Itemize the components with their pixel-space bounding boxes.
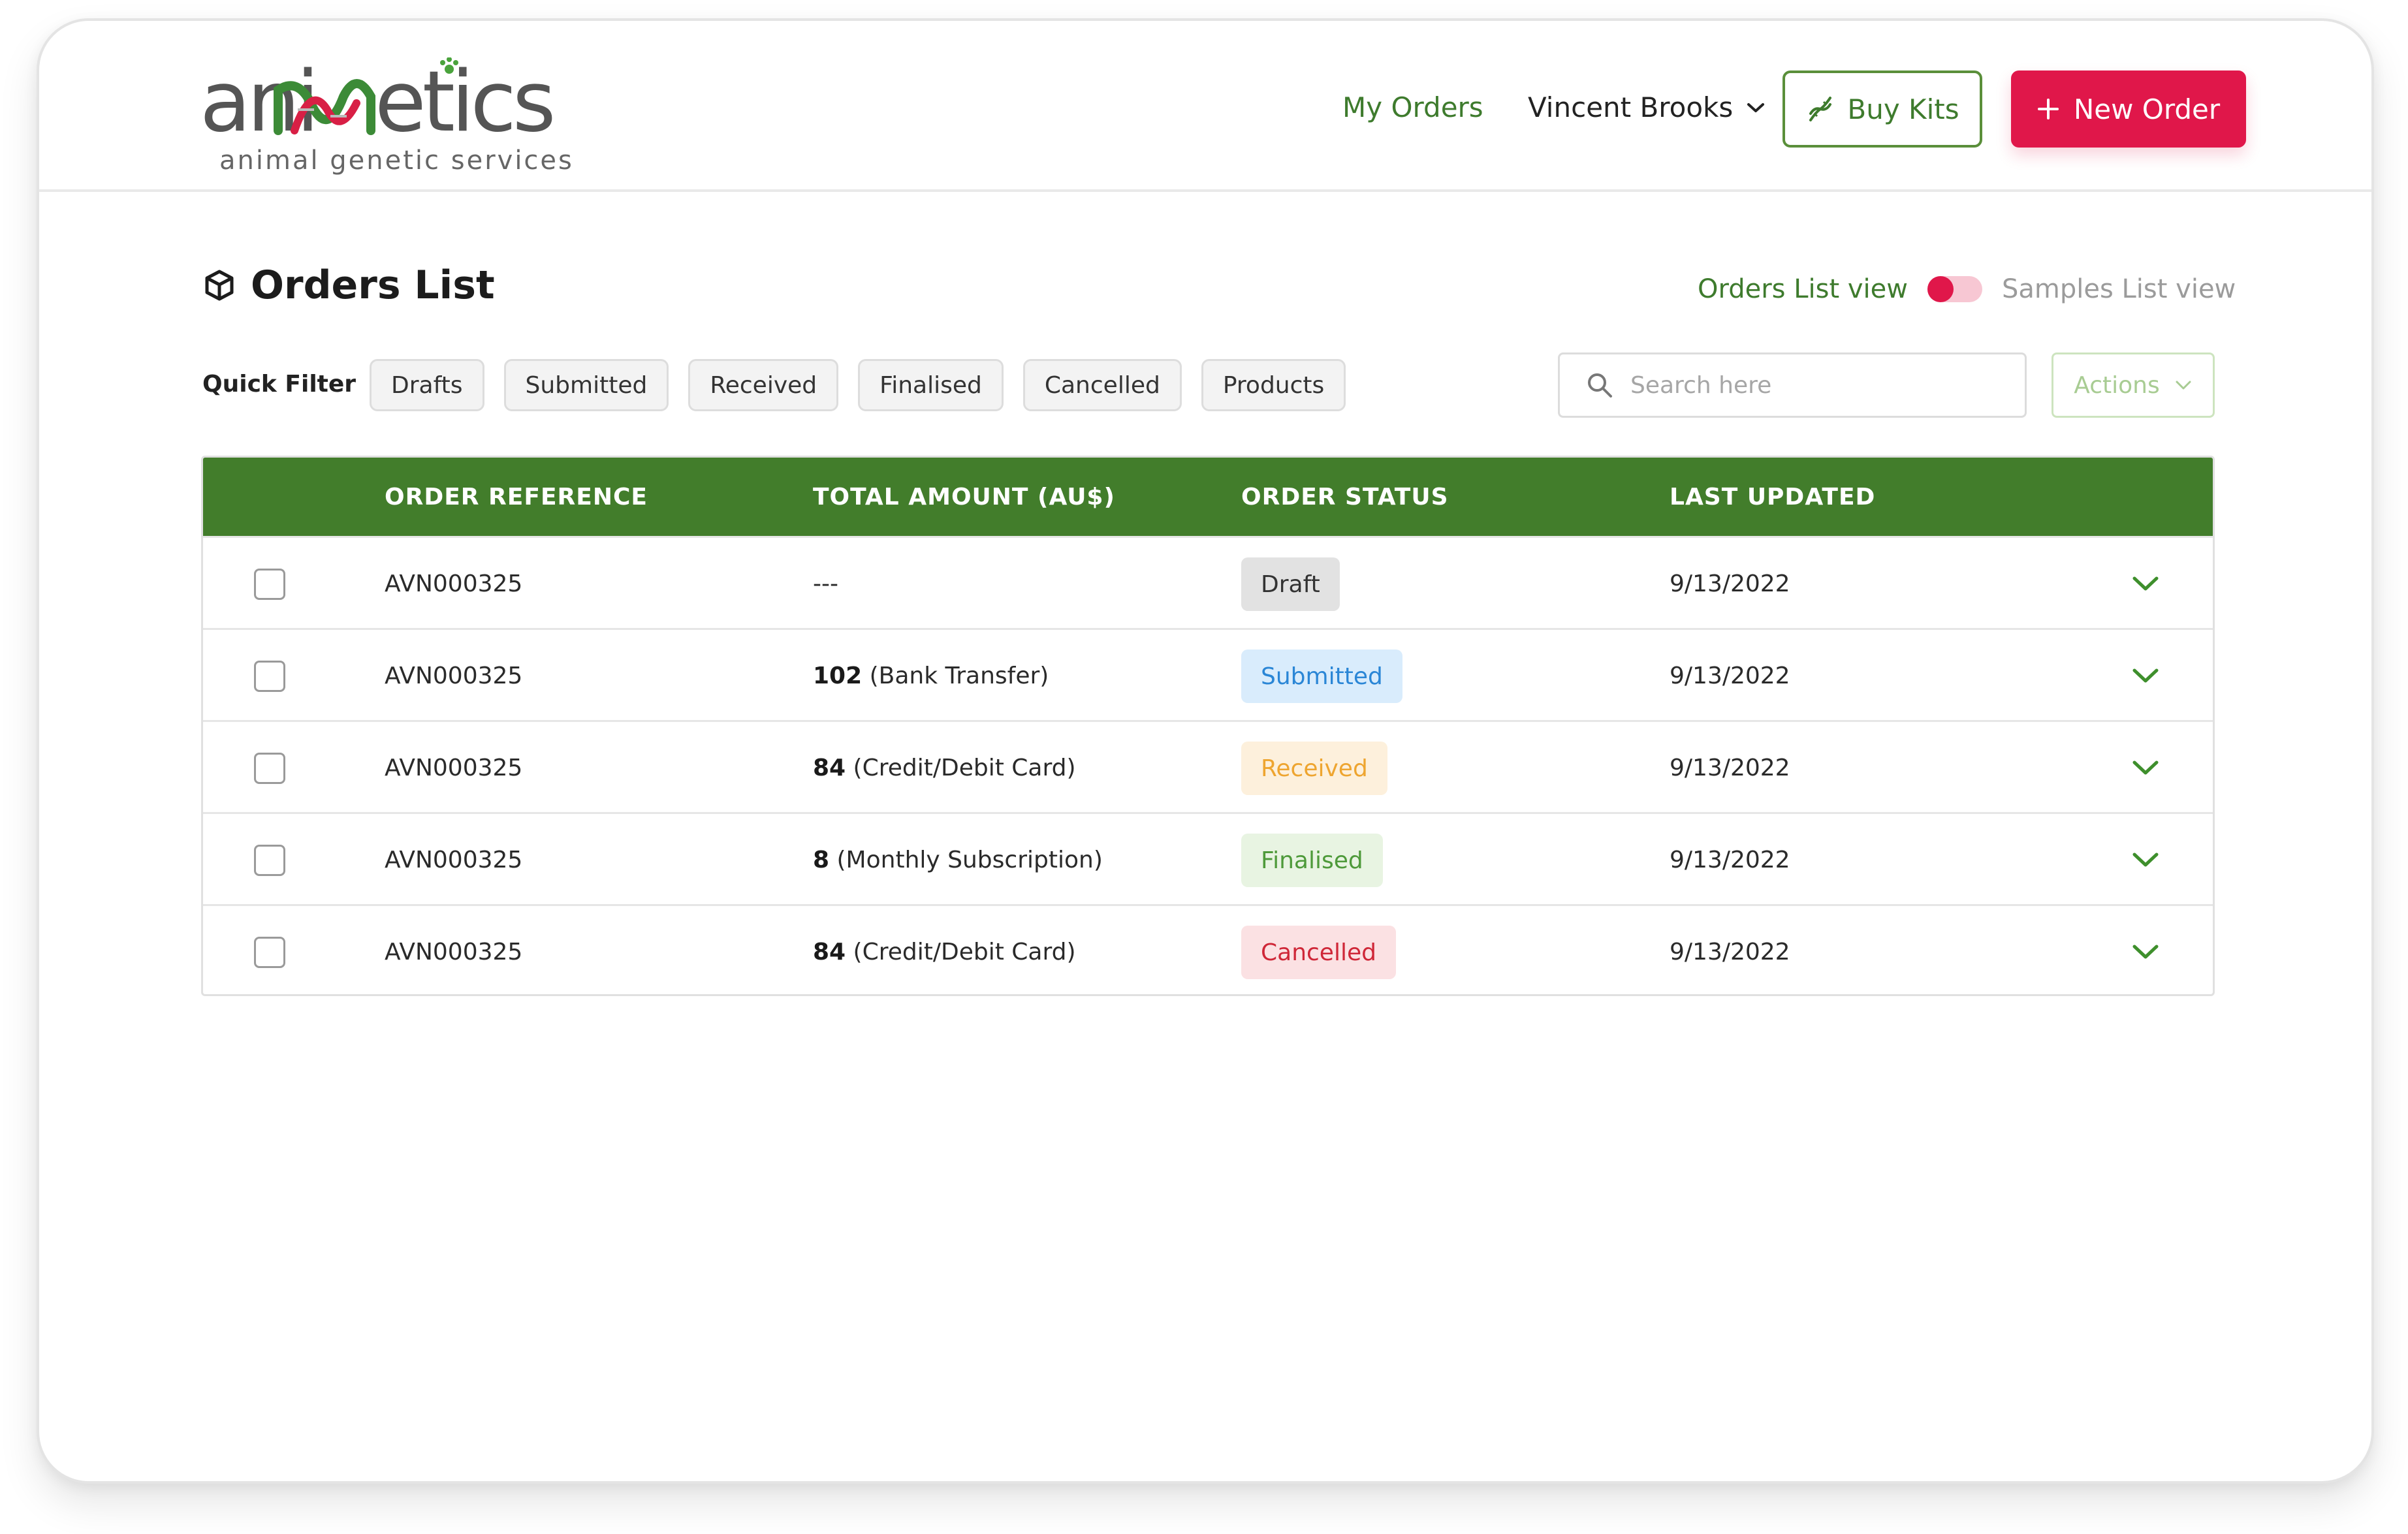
filter-chip-drafts[interactable]: Drafts	[370, 359, 484, 411]
buy-kits-button[interactable]: Buy Kits	[1782, 70, 1982, 148]
total-amount: 84 (Credit/Debit Card)	[813, 755, 1076, 781]
user-name: Vincent Brooks	[1528, 91, 1734, 123]
search-input[interactable]	[1629, 371, 1997, 399]
status-badge: Cancelled	[1241, 926, 1396, 979]
nav-my-orders[interactable]: My Orders	[1342, 91, 1483, 123]
filter-chip-finalised[interactable]: Finalised	[858, 359, 1004, 411]
last-updated: 9/13/2022	[1670, 755, 1790, 781]
amount-value: 84	[813, 755, 846, 781]
total-amount: 8 (Monthly Subscription)	[813, 847, 1103, 873]
dna-icon	[1809, 97, 1832, 121]
top-header: ani etics animal genetic services My Ord…	[39, 21, 2371, 192]
total-amount: 102 (Bank Transfer)	[813, 663, 1049, 689]
payment-method: (Credit/Debit Card)	[846, 755, 1076, 781]
expand-chevron-icon[interactable]	[2129, 937, 2162, 966]
column-header-total-amount[interactable]: TOTAL AMOUNT (AU$)	[813, 484, 1115, 510]
page-title: Orders List	[202, 262, 495, 308]
expand-chevron-icon[interactable]	[2129, 753, 2162, 782]
orders-table: ORDER REFERENCE TOTAL AMOUNT (AU$) ORDER…	[201, 456, 2215, 996]
expand-chevron-icon[interactable]	[2129, 845, 2162, 874]
brand-tagline: animal genetic services	[219, 146, 574, 176]
payment-method: (Credit/Debit Card)	[846, 939, 1076, 965]
column-header-last-updated[interactable]: LAST UPDATED	[1670, 484, 1875, 510]
amount-value: 84	[813, 939, 846, 965]
status-badge: Received	[1241, 742, 1387, 795]
amount-value: 8	[813, 847, 830, 873]
new-order-button[interactable]: New Order	[2011, 70, 2246, 148]
search-icon	[1588, 373, 1612, 398]
last-updated: 9/13/2022	[1670, 847, 1790, 873]
table-row[interactable]: AVN000325 84 (Credit/Debit Card) Receive…	[203, 720, 2213, 812]
page-title-text: Orders List	[251, 262, 495, 308]
table-row[interactable]: AVN000325 102 (Bank Transfer) Submitted …	[203, 628, 2213, 720]
order-reference: AVN000325	[385, 571, 523, 597]
column-header-order-status[interactable]: ORDER STATUS	[1241, 484, 1449, 510]
logo-graphic: ani etics	[200, 57, 556, 142]
user-menu[interactable]: Vincent Brooks	[1528, 91, 1766, 123]
quick-filter-chips: Drafts Submitted Received Finalised Canc…	[370, 359, 1346, 411]
plus-icon	[2037, 99, 2059, 119]
expand-chevron-icon[interactable]	[2129, 569, 2162, 598]
expand-chevron-icon[interactable]	[2129, 661, 2162, 690]
filter-chip-received[interactable]: Received	[688, 359, 839, 411]
new-order-label: New Order	[2073, 93, 2221, 125]
total-amount: 84 (Credit/Debit Card)	[813, 939, 1076, 965]
actions-label: Actions	[2074, 371, 2160, 399]
status-badge: Submitted	[1241, 650, 1402, 703]
order-reference: AVN000325	[385, 939, 523, 965]
view-toggle: Orders List view Samples List view	[1698, 274, 2236, 304]
view-switch[interactable]	[1927, 276, 1982, 302]
order-reference: AVN000325	[385, 847, 523, 873]
box-icon	[205, 270, 234, 301]
status-badge: Finalised	[1241, 834, 1383, 887]
row-checkbox[interactable]	[254, 845, 285, 876]
row-checkbox[interactable]	[254, 661, 285, 692]
quick-filter-label: Quick Filter	[202, 371, 356, 398]
last-updated: 9/13/2022	[1670, 571, 1790, 597]
filter-chip-submitted[interactable]: Submitted	[503, 359, 669, 411]
svg-text:etics: etics	[375, 57, 552, 142]
table-row[interactable]: AVN000325 --- Draft 9/13/2022	[203, 536, 2213, 628]
actions-dropdown[interactable]: Actions	[2052, 352, 2215, 418]
table-header: ORDER REFERENCE TOTAL AMOUNT (AU$) ORDER…	[203, 458, 2213, 536]
payment-method: (Bank Transfer)	[862, 663, 1049, 689]
total-amount: ---	[813, 571, 838, 597]
row-checkbox[interactable]	[254, 937, 285, 968]
order-reference: AVN000325	[385, 755, 523, 781]
status-badge: Draft	[1241, 557, 1340, 611]
row-checkbox[interactable]	[254, 569, 285, 600]
switch-knob	[1927, 276, 1954, 302]
row-checkbox[interactable]	[254, 753, 285, 784]
order-reference: AVN000325	[385, 663, 523, 689]
filter-chip-cancelled[interactable]: Cancelled	[1022, 359, 1182, 411]
payment-method: ---	[813, 571, 838, 597]
chevron-down-icon	[1747, 102, 1765, 112]
buy-kits-label: Buy Kits	[1847, 93, 1959, 125]
payment-method: (Monthly Subscription)	[829, 847, 1103, 873]
amount-value: 102	[813, 663, 863, 689]
orders-list-view-label[interactable]: Orders List view	[1698, 274, 1908, 304]
filter-chip-products[interactable]: Products	[1201, 359, 1346, 411]
samples-list-view-label[interactable]: Samples List view	[2002, 274, 2236, 304]
search-box	[1558, 352, 2027, 418]
last-updated: 9/13/2022	[1670, 939, 1790, 965]
brand-logo[interactable]: ani etics animal genetic services	[200, 57, 585, 181]
table-row[interactable]: AVN000325 8 (Monthly Subscription) Final…	[203, 812, 2213, 904]
column-header-order-reference[interactable]: ORDER REFERENCE	[385, 484, 648, 510]
table-row[interactable]: AVN000325 84 (Credit/Debit Card) Cancell…	[203, 904, 2213, 994]
last-updated: 9/13/2022	[1670, 663, 1790, 689]
chevron-down-icon	[2176, 381, 2191, 390]
app-window: ani etics animal genetic services My Ord…	[37, 18, 2374, 1484]
